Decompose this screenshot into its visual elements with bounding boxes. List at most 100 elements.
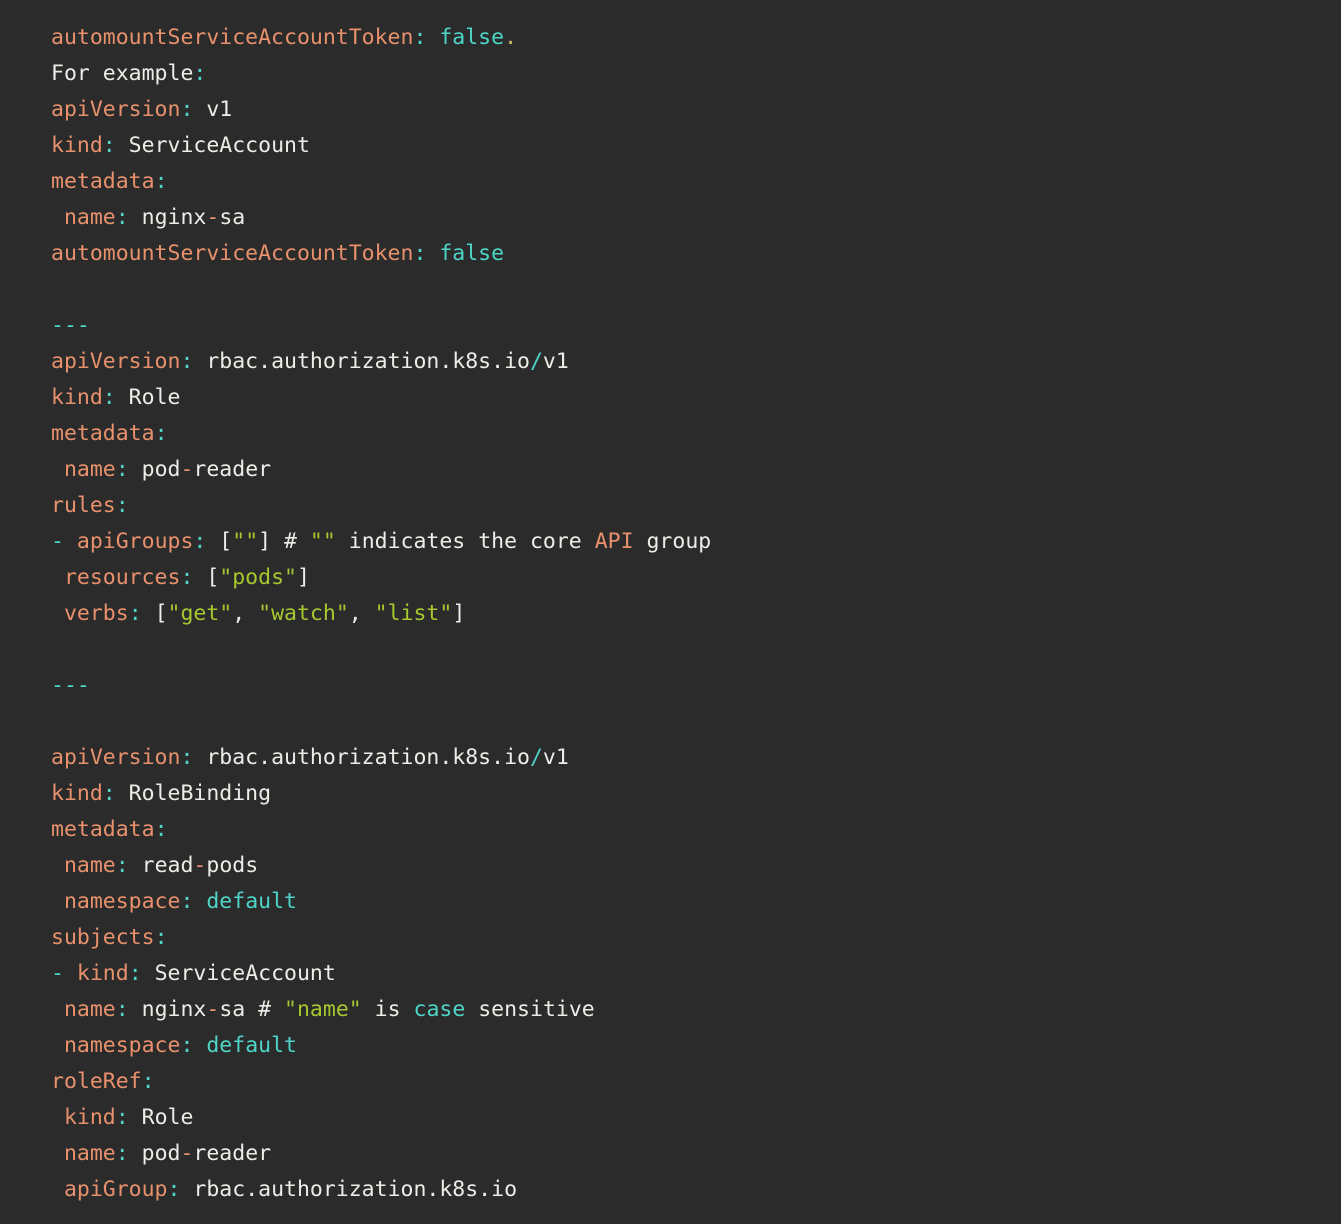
code-token: pod <box>129 457 181 482</box>
code-token: ] <box>452 601 465 626</box>
code-token: apiVersion <box>51 745 180 770</box>
code-token: name <box>64 853 116 878</box>
code-token: ] # <box>258 529 310 554</box>
code-token: name <box>64 205 116 230</box>
code-line: --- <box>51 668 1321 704</box>
code-token: nginx <box>129 997 207 1022</box>
code-line: automountServiceAccountToken: false. <box>51 20 1321 56</box>
code-token: sa <box>219 205 245 230</box>
code-line: kind: ServiceAccount <box>51 128 1321 164</box>
code-token: ServiceAccount <box>116 133 310 158</box>
code-token: is <box>362 997 414 1022</box>
code-line: namespace: default <box>51 884 1321 920</box>
code-token: : <box>116 1141 129 1166</box>
code-token: automountServiceAccountToken <box>51 25 413 50</box>
code-token: kind <box>64 1105 116 1130</box>
code-token <box>64 529 77 554</box>
code-line: name: pod-reader <box>51 452 1321 488</box>
code-token: rbac.authorization.k8s.io <box>193 349 530 374</box>
code-token: : <box>103 781 116 806</box>
code-token: : <box>129 961 142 986</box>
code-token: metadata <box>51 421 155 446</box>
code-token <box>51 601 64 626</box>
code-token <box>64 961 77 986</box>
code-token: "name" <box>284 997 362 1022</box>
code-token: : <box>103 385 116 410</box>
code-token: resources <box>64 565 181 590</box>
code-token <box>51 1177 64 1202</box>
code-line: apiVersion: rbac.authorization.k8s.io/v1 <box>51 344 1321 380</box>
code-token: : <box>103 133 116 158</box>
code-line: metadata: <box>51 812 1321 848</box>
code-line: For example: <box>51 56 1321 92</box>
code-line: automountServiceAccountToken: false <box>51 236 1321 272</box>
code-line: rules: <box>51 488 1321 524</box>
code-token: : <box>180 1033 193 1058</box>
code-token <box>193 889 206 914</box>
code-line <box>51 632 1321 668</box>
code-token: : <box>193 61 206 86</box>
code-token: v1 <box>543 745 569 770</box>
code-token: : <box>155 169 168 194</box>
code-line: apiVersion: v1 <box>51 92 1321 128</box>
code-token: v1 <box>193 97 232 122</box>
code-token: : <box>116 493 129 518</box>
code-token: : <box>155 925 168 950</box>
code-token: rules <box>51 493 116 518</box>
code-token: , <box>232 601 258 626</box>
code-token <box>51 853 64 878</box>
code-token: [ <box>193 565 219 590</box>
code-token: / <box>530 349 543 374</box>
code-line: apiVersion: rbac.authorization.k8s.io/v1 <box>51 740 1321 776</box>
code-token: default <box>206 889 297 914</box>
code-line: namespace: default <box>51 1028 1321 1064</box>
code-token: : <box>116 205 129 230</box>
code-line: metadata: <box>51 164 1321 200</box>
code-token: sensitive <box>465 997 594 1022</box>
code-token: "list" <box>375 601 453 626</box>
code-token: - <box>193 853 206 878</box>
code-token: apiGroup <box>64 1177 168 1202</box>
code-token: apiVersion <box>51 349 180 374</box>
code-token: metadata <box>51 817 155 842</box>
code-token: ServiceAccount <box>142 961 336 986</box>
code-token: : <box>116 997 129 1022</box>
code-token: pod <box>129 1141 181 1166</box>
code-line: metadata: <box>51 416 1321 452</box>
code-token: reader <box>193 1141 271 1166</box>
code-token: rbac.authorization.k8s.io <box>180 1177 517 1202</box>
code-token: - <box>180 457 193 482</box>
code-token: : <box>168 1177 181 1202</box>
code-token: indicates the core <box>336 529 595 554</box>
code-token: : <box>116 853 129 878</box>
code-line: verbs: ["get", "watch", "list"] <box>51 596 1321 632</box>
code-token: verbs <box>64 601 129 626</box>
code-token: - <box>180 1141 193 1166</box>
code-token: : <box>180 565 193 590</box>
code-token: group <box>634 529 712 554</box>
code-token: read <box>129 853 194 878</box>
code-token: ] <box>297 565 310 590</box>
code-token: Role <box>116 385 181 410</box>
code-line: kind: Role <box>51 380 1321 416</box>
code-token: kind <box>77 961 129 986</box>
code-token: : <box>413 241 426 266</box>
code-token: For example <box>51 61 193 86</box>
code-line: - kind: ServiceAccount <box>51 956 1321 992</box>
code-token: API <box>595 529 634 554</box>
code-token: - <box>51 961 64 986</box>
code-line: kind: RoleBinding <box>51 776 1321 812</box>
code-token: reader <box>193 457 271 482</box>
code-token: [ <box>142 601 168 626</box>
code-token <box>51 1141 64 1166</box>
code-token: apiVersion <box>51 97 180 122</box>
code-token <box>51 1033 64 1058</box>
code-line <box>51 704 1321 740</box>
code-line: - apiGroups: [""] # "" indicates the cor… <box>51 524 1321 560</box>
code-token: : <box>180 97 193 122</box>
code-token: metadata <box>51 169 155 194</box>
code-token: kind <box>51 781 103 806</box>
code-token: : <box>180 349 193 374</box>
code-token <box>51 1105 64 1130</box>
code-token: Role <box>129 1105 194 1130</box>
